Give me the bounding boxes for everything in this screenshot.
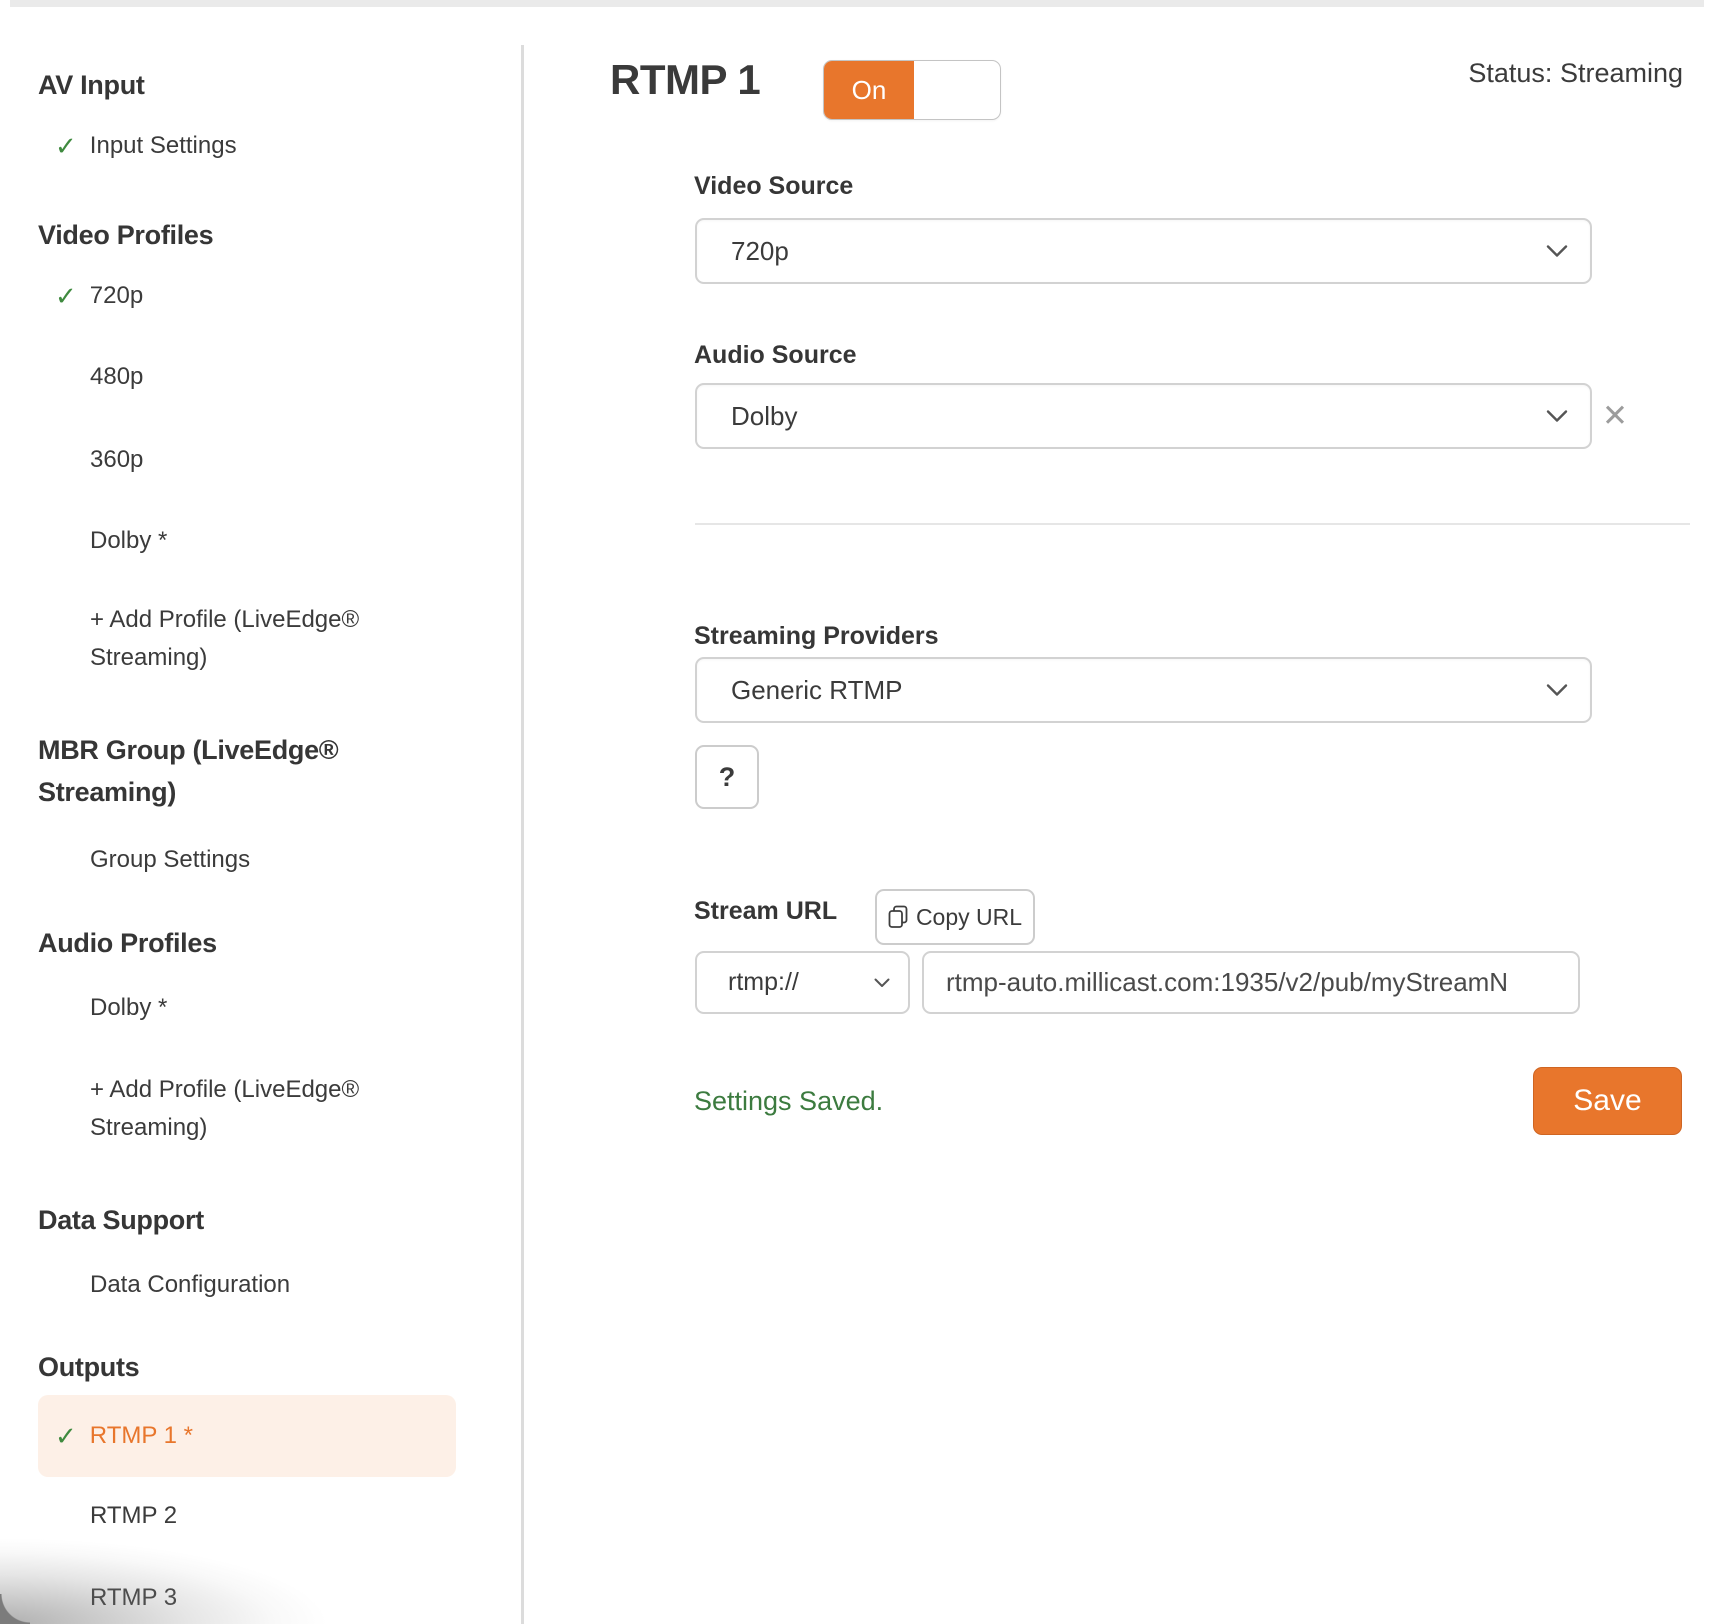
streaming-providers-label: Streaming Providers (694, 622, 939, 651)
check-icon: ✓ (55, 277, 77, 315)
toggle-on-segment: On (824, 61, 914, 119)
sidebar-item-rtmp-1[interactable]: ✓ RTMP 1 * (38, 1395, 456, 1477)
sidebar-item-rtmp-2[interactable]: RTMP 2 (90, 1497, 177, 1535)
protocol-select[interactable]: rtmp:// (695, 951, 910, 1014)
sidebar-item-group-settings[interactable]: Group Settings (90, 841, 250, 879)
clear-audio-source-icon[interactable]: ✕ (1602, 400, 1628, 431)
sidebar-item-720p[interactable]: ✓ 720p (55, 277, 143, 315)
sidebar-item-rtmp-3[interactable]: RTMP 3 (90, 1579, 177, 1617)
help-button-label: ? (719, 762, 736, 793)
video-source-label: Video Source (694, 172, 853, 201)
sidebar-heading-video-profiles: Video Profiles (38, 214, 213, 256)
copy-url-button[interactable]: Copy URL (875, 889, 1035, 945)
sidebar-heading-mbr-group: MBR Group (LiveEdge® Streaming) (38, 729, 438, 813)
chevron-down-icon (1546, 410, 1568, 423)
settings-saved-message: Settings Saved. (694, 1067, 883, 1135)
audio-source-select[interactable]: Dolby (695, 383, 1592, 449)
copy-url-label: Copy URL (916, 904, 1022, 931)
stream-url-input[interactable]: rtmp-auto.millicast.com:1935/v2/pub/mySt… (922, 951, 1580, 1014)
sidebar-item-add-audio-profile[interactable]: + Add Profile (LiveEdge® Streaming) (90, 1071, 430, 1147)
status-text: Status: Streaming (1468, 58, 1683, 89)
sidebar-item-360p[interactable]: 360p (90, 441, 143, 479)
check-icon: ✓ (55, 1417, 77, 1455)
check-icon: ✓ (55, 127, 77, 165)
rtmp-on-off-toggle[interactable]: On (823, 60, 1001, 120)
sidebar-heading-outputs: Outputs (38, 1346, 139, 1388)
save-button[interactable]: Save (1533, 1067, 1682, 1135)
sidebar-heading-av-input: AV Input (38, 64, 145, 106)
sidebar-item-dolby-audio[interactable]: Dolby * (90, 989, 167, 1027)
sidebar-item-label: Input Settings (90, 127, 237, 165)
sidebar-item-add-video-profile[interactable]: + Add Profile (LiveEdge® Streaming) (90, 601, 430, 677)
bottom-left-shadow (0, 1514, 470, 1624)
copy-icon (888, 905, 908, 929)
help-button[interactable]: ? (695, 745, 759, 809)
page-title: RTMP 1 (610, 56, 760, 104)
protocol-value: rtmp:// (728, 968, 799, 997)
sidebar-item-input-settings[interactable]: ✓ Input Settings (55, 127, 237, 165)
toggle-on-label: On (852, 75, 887, 106)
video-source-select[interactable]: 720p (695, 218, 1592, 284)
sidebar-item-label: RTMP 1 * (90, 1422, 193, 1450)
sidebar-item-label: 720p (90, 277, 143, 315)
chevron-down-icon (1546, 684, 1568, 697)
section-divider (695, 523, 1690, 525)
stream-url-value: rtmp-auto.millicast.com:1935/v2/pub/mySt… (946, 967, 1508, 998)
video-source-value: 720p (731, 236, 789, 267)
sidebar-divider (521, 45, 524, 1624)
sidebar-item-data-configuration[interactable]: Data Configuration (90, 1266, 290, 1304)
sidebar-item-dolby-video[interactable]: Dolby * (90, 522, 167, 560)
sidebar-heading-data-support: Data Support (38, 1199, 204, 1241)
chevron-down-icon (1546, 245, 1568, 258)
window-corner (0, 1594, 30, 1624)
top-border (10, 0, 1704, 7)
chevron-down-icon (874, 978, 890, 988)
audio-source-value: Dolby (731, 401, 797, 432)
audio-source-label: Audio Source (694, 341, 857, 370)
sidebar-heading-audio-profiles: Audio Profiles (38, 922, 217, 964)
sidebar-item-480p[interactable]: 480p (90, 358, 143, 396)
stream-url-label: Stream URL (694, 897, 837, 926)
streaming-providers-select[interactable]: Generic RTMP (695, 657, 1592, 723)
streaming-providers-value: Generic RTMP (731, 675, 902, 706)
app-window: AV Input ✓ Input Settings Video Profiles… (0, 0, 1714, 1624)
